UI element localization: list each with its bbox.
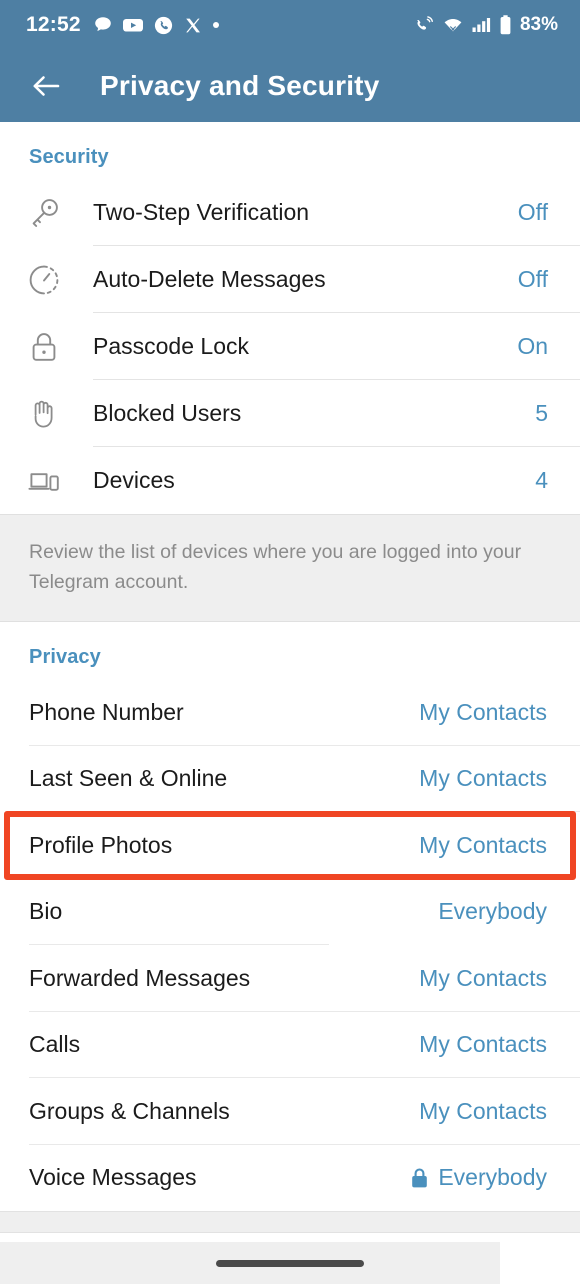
status-bar-left: 12:52 [26,13,219,37]
chat-bubble-icon [93,15,113,35]
row-calls[interactable]: Calls My Contacts [0,1011,580,1078]
row-value: Off [517,199,548,225]
privacy-section-header: Privacy [29,646,101,668]
row-label: Forwarded Messages [29,964,251,991]
row-value: My Contacts [419,1031,547,1058]
row-value: My Contacts [419,831,547,858]
settings-scroll-area[interactable]: Security Two-Step Verification Off Auto-… [0,122,580,1242]
row-label: Voice Messages [29,1164,197,1191]
row-value: 5 [535,400,548,426]
arrow-left-icon [29,71,63,101]
page-title: Privacy and Security [100,70,380,101]
phone-circle-icon [153,15,174,36]
lock-icon [26,329,70,365]
row-label: Devices [93,467,175,493]
blocked-hand-icon [26,396,70,432]
status-bar-right: 83% [413,14,558,36]
back-button[interactable] [26,66,66,106]
row-value: Off [517,266,548,292]
status-bar-clock: 12:52 [26,13,81,36]
row-two-step-verification[interactable]: Two-Step Verification Off [0,179,580,246]
row-passcode-lock[interactable]: Passcode Lock On [0,313,580,380]
row-groups-channels[interactable]: Groups & Channels My Contacts [0,1078,580,1145]
row-label: Blocked Users [93,400,242,426]
row-blocked-users[interactable]: Blocked Users 5 [0,380,580,447]
system-navigation-bar [0,1242,580,1284]
row-value: Everybody [438,1164,547,1191]
row-profile-photos[interactable]: Profile Photos My Contacts [0,812,580,879]
row-phone-number[interactable]: Phone Number My Contacts [0,679,580,746]
battery-percent-label: 83% [519,14,558,35]
battery-icon [499,14,512,36]
app-bar: Privacy and Security [0,50,580,122]
row-value: Everybody [438,898,547,925]
row-value: My Contacts [419,1097,547,1124]
security-section-header: Security [29,146,109,168]
row-devices[interactable]: Devices 4 [0,447,580,514]
row-label: Phone Number [29,698,184,725]
auto-delete-timer-icon [26,262,70,298]
devices-hint-text: Review the list of devices where you are… [0,514,580,622]
cellular-signal-icon [471,15,492,35]
premium-lock-icon [410,1167,429,1189]
telegram-privacy-security-screen: 12:52 83% Privacy and Security Security … [0,0,580,1284]
row-label: Profile Photos [29,831,173,858]
call-signal-icon [413,15,435,35]
x-twitter-icon [183,16,202,35]
youtube-icon [122,15,144,35]
row-delete-my-account[interactable]: Delete my account [0,1233,580,1242]
row-label: Groups & Channels [29,1097,230,1124]
row-label: Auto-Delete Messages [93,266,326,292]
dot-icon [212,22,219,28]
home-gesture-pill[interactable] [216,1259,364,1267]
row-bio[interactable]: Bio Everybody [0,878,580,945]
key-icon [26,195,70,231]
row-value: My Contacts [419,765,547,792]
row-value: On [517,333,548,359]
section-gap-strip [0,1211,580,1233]
privacy-section: Privacy Phone Number My Contacts Last Se… [0,622,580,1211]
row-value: My Contacts [419,698,547,725]
row-label: Last Seen & Online [29,765,228,792]
status-bar: 12:52 83% [0,0,580,50]
row-label: Bio [29,898,63,925]
row-forwarded-messages[interactable]: Forwarded Messages My Contacts [0,945,580,1012]
row-voice-messages[interactable]: Voice Messages Everybody [0,1144,580,1211]
row-value: My Contacts [419,964,547,991]
devices-icon [26,463,70,499]
row-label: Two-Step Verification [93,199,310,225]
nav-bar-right-filler [500,1242,580,1284]
row-label: Calls [29,1031,81,1058]
row-auto-delete-messages[interactable]: Auto-Delete Messages Off [0,246,580,313]
row-value: 4 [535,467,548,493]
row-last-seen-online[interactable]: Last Seen & Online My Contacts [0,745,580,812]
row-value-wrapper: Everybody [410,1164,547,1191]
wifi-icon [442,15,464,35]
row-label: Passcode Lock [93,333,249,359]
security-section: Security Two-Step Verification Off Auto-… [0,122,580,622]
